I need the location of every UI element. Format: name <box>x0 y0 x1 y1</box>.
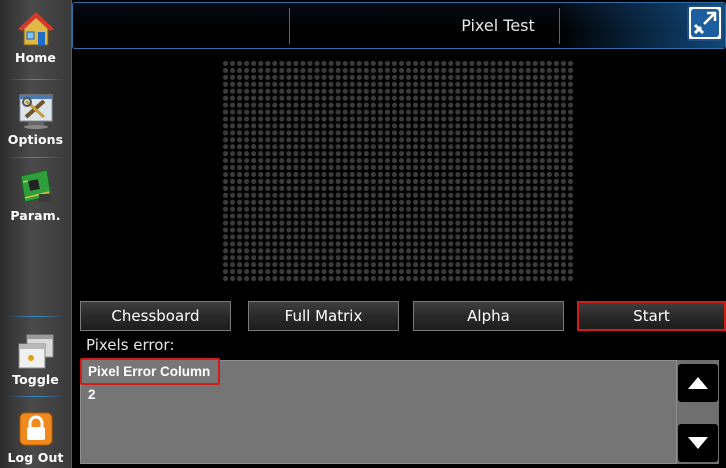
divider <box>8 316 64 317</box>
full-matrix-button[interactable]: Full Matrix <box>248 301 399 331</box>
sidebar-item-options[interactable]: Options <box>0 92 71 147</box>
lock-icon <box>19 412 52 446</box>
sidebar-item-label: Param. <box>10 208 61 223</box>
window-toggle-icon <box>18 334 53 369</box>
pixel-matrix <box>222 60 574 282</box>
arrow-down-icon <box>688 437 708 449</box>
alpha-button[interactable]: Alpha <box>413 301 564 331</box>
sidebar: Home Options Param. Toggle Log Out <box>0 0 72 468</box>
divider <box>8 79 64 80</box>
sidebar-item-label: Options <box>7 132 64 147</box>
divider <box>8 396 64 397</box>
sidebar-item-param[interactable]: Param. <box>0 168 71 223</box>
exit-button[interactable] <box>687 5 723 41</box>
pixels-error-label: Pixels error: <box>86 336 175 354</box>
sidebar-item-home[interactable]: Home <box>0 10 71 65</box>
sidebar-item-label: Home <box>15 50 56 65</box>
page-title: Pixel Test <box>461 16 535 35</box>
sidebar-item-label: Toggle <box>12 372 59 387</box>
pixel-dots <box>222 60 574 282</box>
home-icon <box>17 12 54 46</box>
sidebar-item-logout[interactable]: Log Out <box>0 410 71 465</box>
divider <box>289 8 290 44</box>
divider <box>8 157 64 158</box>
sidebar-item-label: Log Out <box>7 450 64 465</box>
scroll-down-button[interactable] <box>678 424 718 462</box>
title-bar: Pixel Test <box>72 2 726 49</box>
tools-icon <box>19 94 52 129</box>
scroll-up-button[interactable] <box>678 364 718 402</box>
sidebar-item-toggle[interactable]: Toggle <box>0 332 71 387</box>
circuit-board-icon <box>19 169 52 203</box>
start-button[interactable]: Start <box>577 301 726 331</box>
error-list-item[interactable]: Pixel Error Column 2 <box>80 358 220 402</box>
arrow-up-icon <box>688 377 708 389</box>
exit-icon <box>691 9 719 37</box>
chessboard-button[interactable]: Chessboard <box>80 301 231 331</box>
